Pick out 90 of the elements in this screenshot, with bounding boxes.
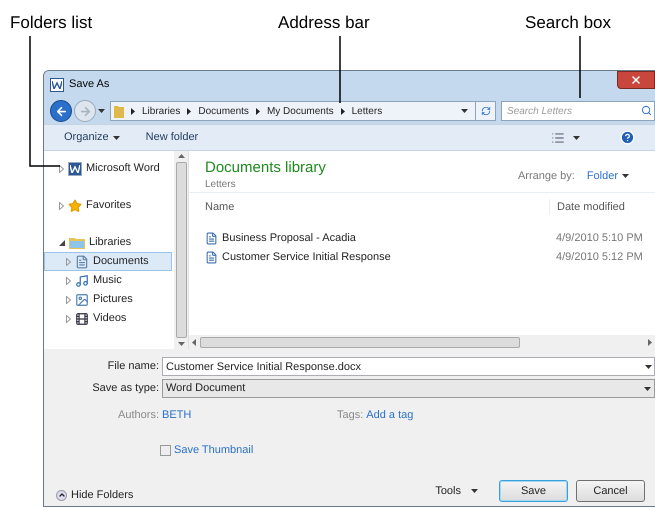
dialog-button[interactable]: Cancel: [576, 480, 645, 502]
word-app-icon: [50, 78, 64, 92]
toolbar-button[interactable]: Organize: [64, 129, 120, 146]
dropdown-caret-icon: [644, 386, 651, 390]
list-view-icon: [551, 130, 565, 144]
expanded-arrow-icon[interactable]: [59, 240, 65, 246]
tools-button[interactable]: Tools: [435, 483, 478, 500]
search-field[interactable]: Search Letters: [501, 101, 655, 121]
scrollbar-thumb[interactable]: [176, 162, 186, 338]
library-title: Documents library: [205, 159, 326, 177]
help-icon[interactable]: [620, 130, 635, 145]
toolbar-button[interactable]: New folder: [146, 129, 198, 146]
file-date: 4/9/2010 5:12 PM: [555, 250, 643, 266]
authors-link[interactable]: BETH: [162, 406, 337, 424]
breadcrumb-item[interactable]: Libraries: [142, 104, 180, 118]
callout-label: Address bar: [278, 12, 370, 34]
file-row[interactable]: Business Proposal - Acadia 4/9/2010 5:10 PM: [189, 229, 655, 248]
view-options-button[interactable]: [551, 130, 580, 144]
document-icon: [205, 232, 218, 245]
leader-line: [579, 36, 581, 98]
add-tag-link[interactable]: Add a tag: [366, 406, 414, 424]
refresh-icon: [480, 106, 490, 116]
film-icon: [75, 312, 89, 326]
search-icon[interactable]: [641, 105, 652, 116]
breadcrumb-item[interactable]: My Documents: [266, 104, 334, 118]
scroll-right-icon[interactable]: [648, 338, 652, 346]
folder-item[interactable]: Pictures: [44, 290, 172, 309]
vertical-scrollbar[interactable]: [174, 151, 188, 349]
address-bar[interactable]: Libraries Documents My Documents Letters: [110, 101, 496, 121]
scroll-down-icon[interactable]: [178, 342, 184, 346]
document-icon: [205, 251, 218, 264]
dropdown-caret-icon: [645, 365, 652, 369]
document-icon: [75, 254, 89, 268]
folder-item[interactable]: Videos: [44, 309, 172, 328]
folder-icon: [114, 104, 124, 118]
save-as-type-dropdown[interactable]: Word Document: [162, 379, 655, 398]
breadcrumb-item[interactable]: Letters: [352, 104, 382, 118]
music-note-icon: [75, 274, 89, 288]
chevron-right-icon: [187, 108, 192, 114]
library-subtitle: Letters: [205, 178, 237, 192]
folder-item[interactable]: Microsoft Word: [44, 159, 172, 178]
arrange-by-label: Arrange by:: [518, 169, 575, 184]
folder-item[interactable]: Music: [44, 271, 172, 290]
arrow-left-icon: [54, 104, 68, 118]
caret-icon: [622, 174, 629, 178]
collapsed-arrow-icon[interactable]: [59, 164, 64, 172]
save-thumbnail-label[interactable]: Save Thumbnail: [174, 442, 254, 458]
chevron-right-icon: [340, 108, 345, 114]
folder-item[interactable]: Documents: [44, 252, 172, 271]
file-name: Customer Service Initial Response: [222, 250, 391, 266]
callout-label: Folders list: [10, 12, 92, 34]
file-date: 4/9/2010 5:10 PM: [555, 231, 643, 246]
breadcrumb-item[interactable]: Documents: [198, 104, 249, 118]
leader-line: [339, 36, 341, 103]
scroll-up-icon[interactable]: [178, 154, 184, 158]
close-icon: [630, 74, 642, 86]
picture-icon: [75, 292, 89, 306]
save-as-type-label: Save as type:: [91, 381, 159, 396]
scrollbar-thumb[interactable]: [200, 336, 520, 348]
star-icon: [68, 198, 82, 212]
horizontal-scrollbar[interactable]: [189, 335, 655, 349]
dialog-button[interactable]: Save: [499, 480, 568, 502]
column-header[interactable]: Date modified: [549, 198, 655, 216]
caret-icon: [112, 136, 120, 140]
tags-label: Tags:: [337, 408, 364, 423]
window-title: Save As: [69, 77, 110, 92]
arrow-right-icon: [78, 104, 92, 118]
back-button[interactable]: [50, 100, 72, 122]
column-header[interactable]: Name: [189, 198, 549, 216]
caret-icon: [573, 136, 580, 140]
history-caret-icon: [98, 109, 105, 113]
caret-icon: [471, 489, 478, 494]
authors-label: Authors:: [117, 408, 159, 423]
callout-label: Search box: [525, 12, 611, 34]
folder-icon: [69, 236, 85, 249]
close-button[interactable]: [617, 71, 655, 89]
chevron-right-icon: [256, 108, 260, 114]
file-name: Business Proposal - Acadia: [222, 231, 356, 246]
scroll-left-icon[interactable]: [192, 338, 196, 346]
chevron-right-icon: [131, 108, 135, 114]
arrange-by-dropdown[interactable]: Folder: [586, 168, 629, 184]
folder-item[interactable]: Favorites: [44, 196, 172, 215]
save-thumbnail-checkbox[interactable]: [160, 444, 171, 456]
hide-folders-button[interactable]: Hide Folders: [56, 487, 134, 504]
word-document-icon: [68, 162, 82, 176]
file-name-field[interactable]: Customer Service Initial Response.docx: [162, 357, 655, 376]
file-name-label: File name:: [106, 359, 159, 374]
address-dropdown-icon: [461, 109, 468, 113]
file-row[interactable]: Customer Service Initial Response 4/9/2010 5:12 PM: [189, 248, 655, 267]
folder-item[interactable]: Libraries: [44, 233, 172, 252]
